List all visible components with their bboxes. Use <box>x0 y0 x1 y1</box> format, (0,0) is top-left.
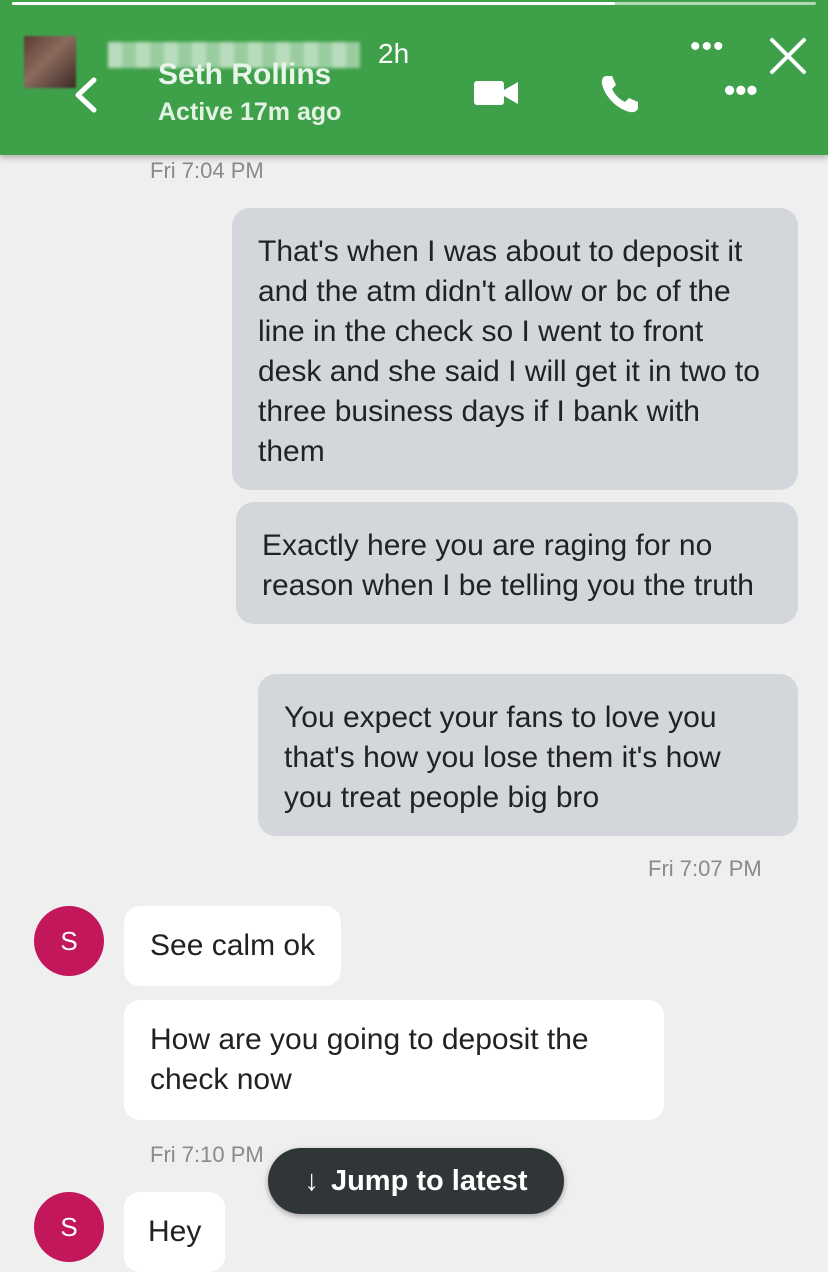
video-call-icon[interactable] <box>472 76 520 110</box>
jump-to-latest-button[interactable]: ↓ Jump to latest <box>268 1148 564 1214</box>
incoming-message[interactable]: Hey <box>124 1192 226 1272</box>
timestamp: Fri 7:10 PM <box>150 1142 264 1167</box>
outgoing-message[interactable]: That's when I was about to deposit it an… <box>232 208 798 490</box>
phone-call-icon[interactable] <box>596 70 644 118</box>
story-more-button[interactable]: ••• <box>690 30 725 64</box>
jump-label: Jump to latest <box>330 1164 528 1197</box>
chat-header: 2h ••• Seth Rollins Active 17m ago ••• <box>0 0 828 155</box>
outgoing-message[interactable]: Exactly here you are raging for no reaso… <box>236 502 798 624</box>
story-progress-fill <box>12 2 615 5</box>
more-options-button[interactable]: ••• <box>724 72 758 109</box>
close-icon[interactable] <box>764 32 812 80</box>
back-arrow-icon[interactable] <box>66 74 108 116</box>
story-time: 2h <box>378 38 410 69</box>
contact-status: Active 17m ago <box>158 98 342 126</box>
incoming-message[interactable]: See calm ok <box>124 906 342 986</box>
incoming-message[interactable]: How are you going to deposit the check n… <box>124 1000 664 1120</box>
timestamp: Fri 7:04 PM <box>150 158 264 183</box>
sender-avatar[interactable]: S <box>34 906 104 976</box>
story-progress-bar <box>12 2 816 5</box>
timestamp: Fri 7:07 PM <box>648 856 762 881</box>
contact-name[interactable]: Seth Rollins <box>158 58 331 92</box>
sender-avatar[interactable]: S <box>34 1192 104 1262</box>
arrow-down-icon: ↓ <box>304 1164 319 1197</box>
outgoing-message[interactable]: You expect your fans to love you that's … <box>258 674 798 836</box>
